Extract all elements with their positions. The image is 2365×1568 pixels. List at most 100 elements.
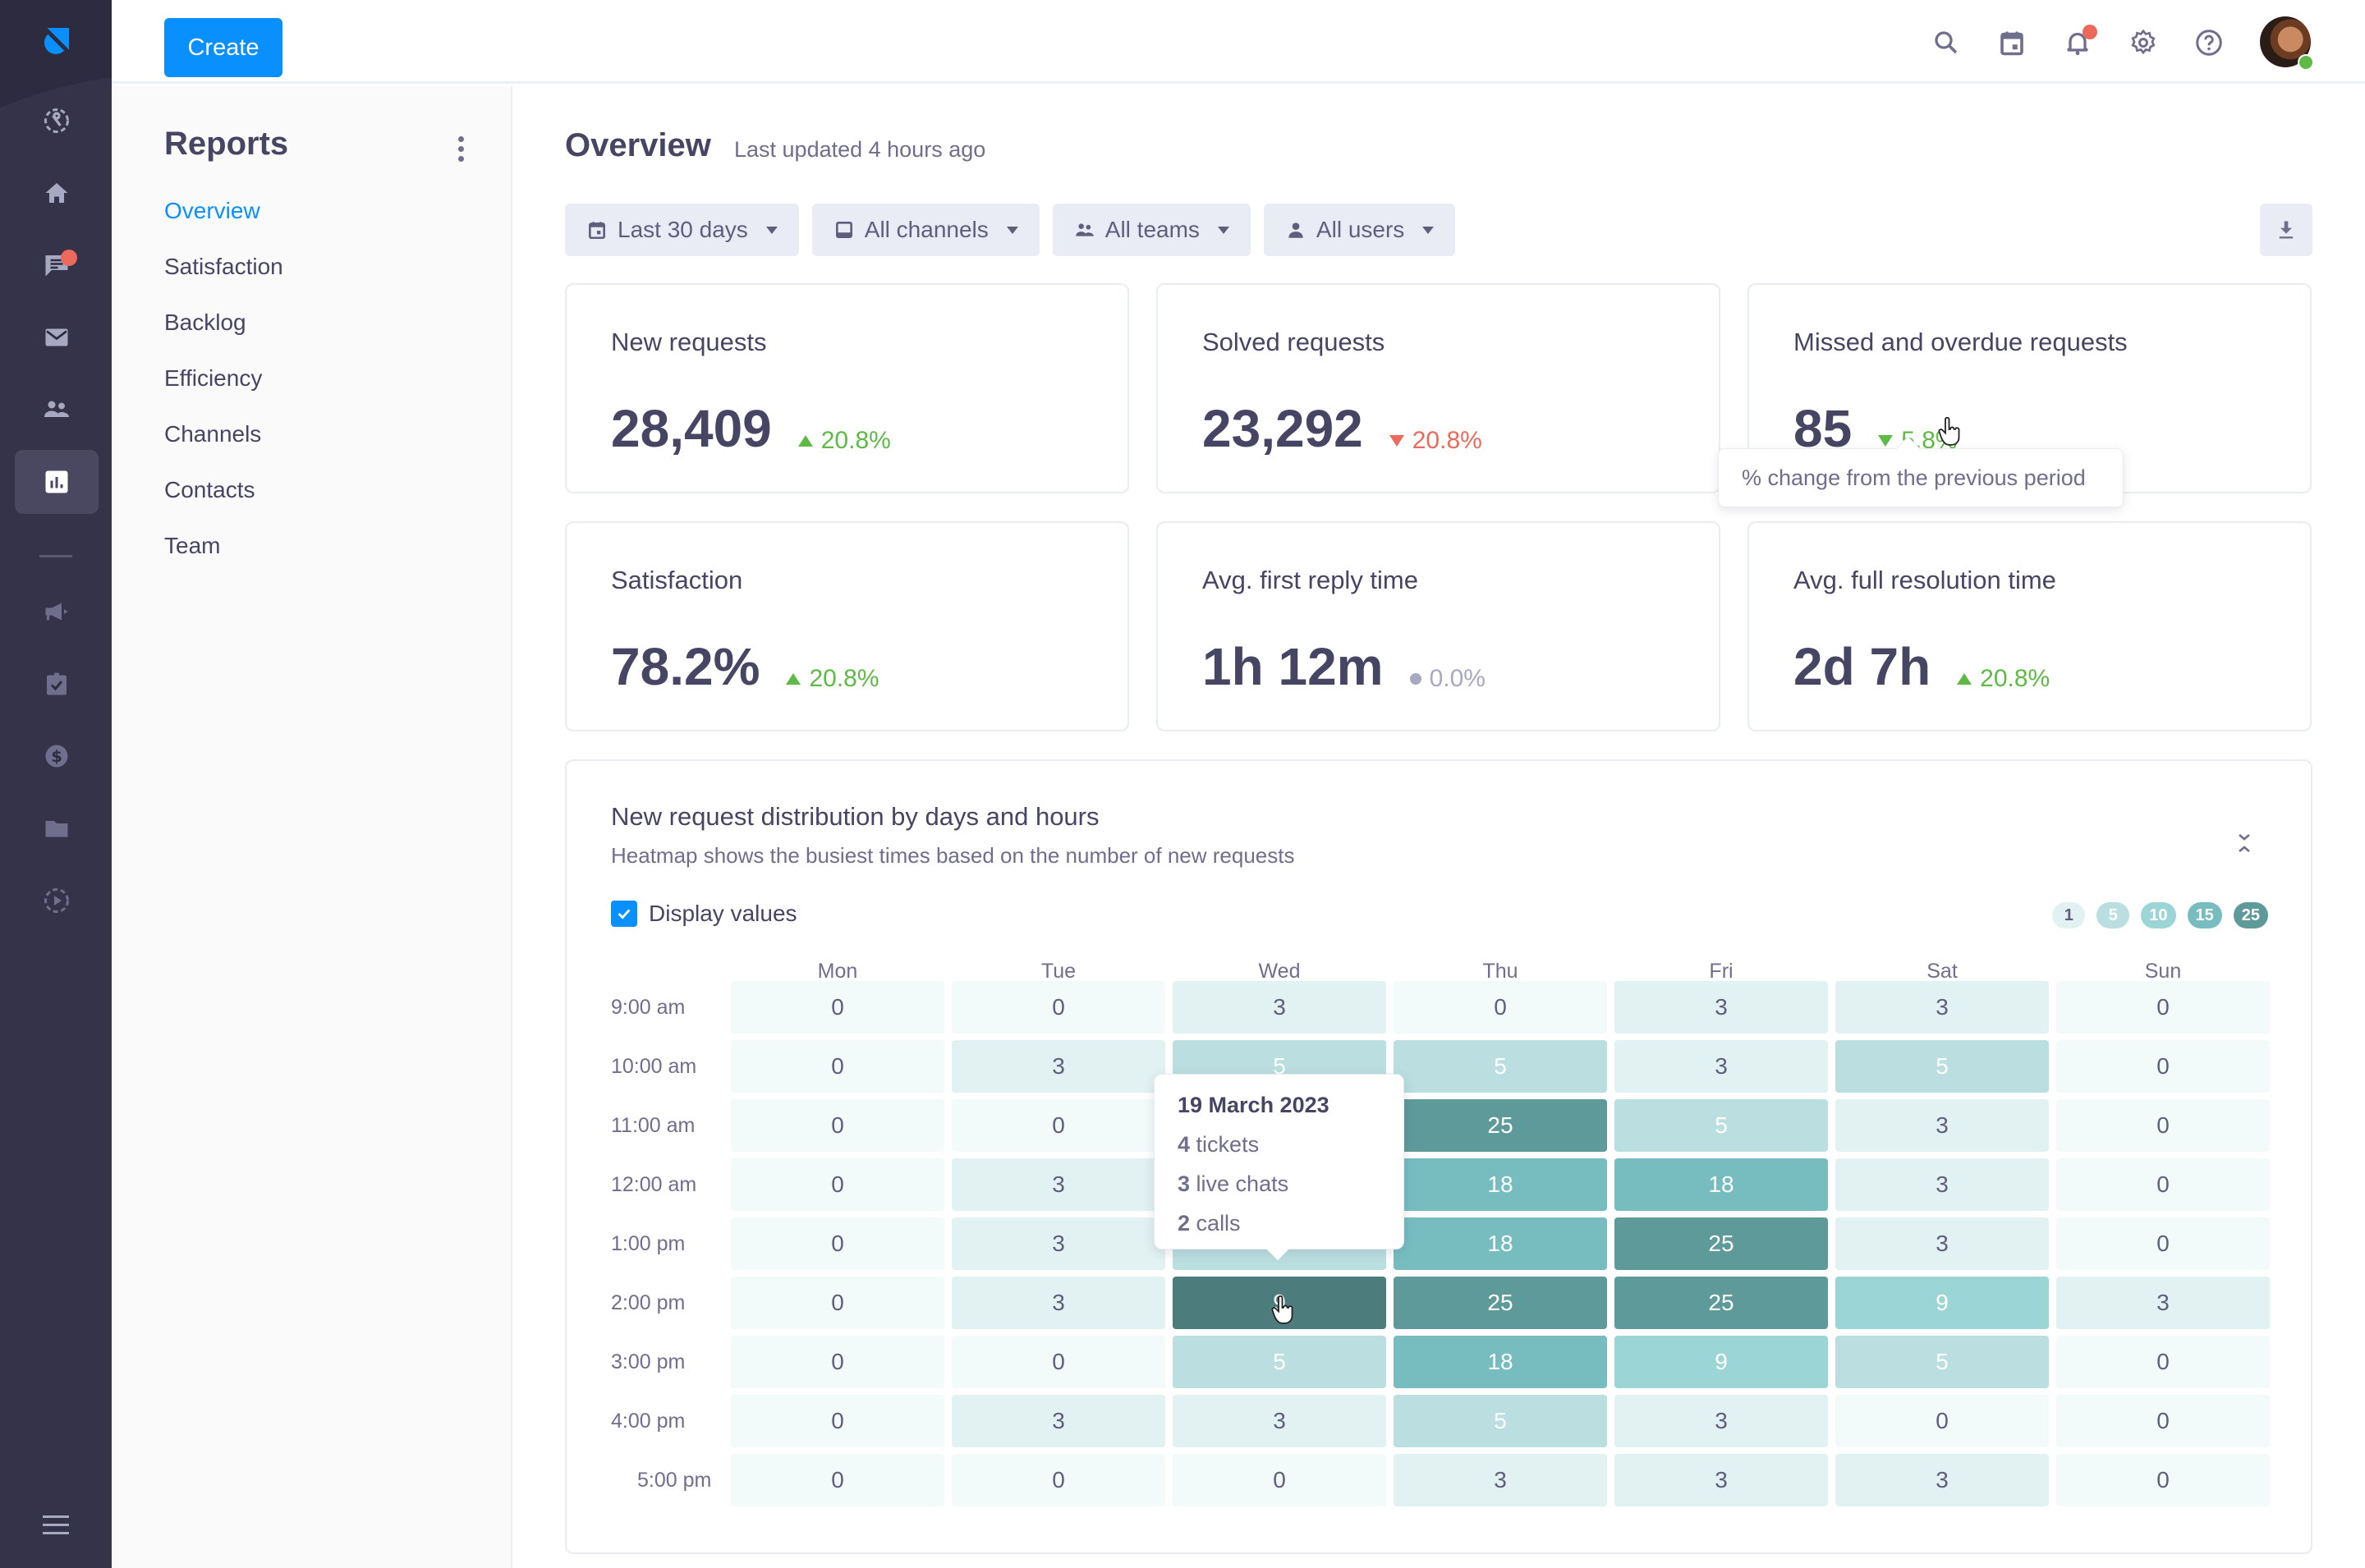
heatmap-cell[interactable]: 5 — [1173, 1336, 1386, 1388]
heatmap-cell[interactable]: 3 — [952, 1158, 1165, 1211]
heatmap-cell[interactable]: 0 — [2056, 1336, 2270, 1388]
heatmap-cell[interactable]: 18 — [1394, 1217, 1607, 1270]
heatmap-cell[interactable]: 0 — [952, 1336, 1165, 1388]
heatmap-cell[interactable]: 0 — [2056, 1217, 2270, 1270]
kpi-card-new-requests[interactable]: New requests 28,409 20.8% — [565, 283, 1129, 493]
heatmap-cell[interactable]: 5 — [1835, 1040, 2049, 1093]
heatmap-cell[interactable]: 5 — [1614, 1099, 1828, 1152]
heatmap-cell[interactable]: 25 — [1394, 1277, 1607, 1329]
heatmap-cell[interactable]: 3 — [1835, 1454, 2049, 1506]
kpi-card-full-resolution[interactable]: Avg. full resolution time 2d 7h 20.8% — [1747, 521, 2312, 731]
heatmap-cell[interactable]: 3 — [1835, 1099, 2049, 1152]
heatmap-cell[interactable]: 25 — [1614, 1277, 1828, 1329]
heatmap-cell[interactable]: 25 — [1614, 1217, 1828, 1270]
rail-item-tasks[interactable] — [15, 652, 99, 716]
heatmap-cell[interactable]: 3 — [1614, 981, 1828, 1034]
heatmap-hour-label: 9:00 am — [611, 995, 686, 1019]
heatmap-cell[interactable]: 3 — [1835, 981, 2049, 1034]
heatmap-cell[interactable]: 0 — [731, 1395, 944, 1447]
sidebar-item-overview[interactable]: Overview — [164, 195, 283, 250]
heatmap-cell[interactable]: 0 — [731, 981, 944, 1034]
heatmap-cell[interactable]: 18 — [1614, 1158, 1828, 1211]
heatmap-cell[interactable]: 3 — [2056, 1277, 2270, 1329]
heatmap-cell[interactable]: 3 — [952, 1040, 1165, 1093]
heatmap-cell[interactable]: 3 — [1173, 981, 1386, 1034]
heatmap-cell[interactable]: 0 — [731, 1217, 944, 1270]
notifications-button[interactable] — [2060, 25, 2097, 61]
rail-item-tools[interactable] — [15, 89, 99, 153]
help-button[interactable] — [2191, 25, 2227, 61]
calendar-button[interactable] — [1994, 25, 2030, 61]
heatmap-cell[interactable]: 9 — [1835, 1277, 2049, 1329]
heatmap-cell[interactable]: 5 — [1394, 1395, 1607, 1447]
sidebar-item-contacts[interactable]: Contacts — [164, 474, 283, 530]
heatmap-cell[interactable]: 0 — [1173, 1454, 1386, 1506]
heatmap-cell[interactable]: 3 — [1394, 1454, 1607, 1506]
heatmap-cell[interactable]: 0 — [952, 1099, 1165, 1152]
heatmap-cell[interactable]: 3 — [952, 1217, 1165, 1270]
rail-item-billing[interactable]: $ — [15, 724, 99, 788]
heatmap-cell[interactable]: 0 — [731, 1454, 944, 1506]
heatmap-cell[interactable]: 0 — [952, 1454, 1165, 1506]
sidebar-item-backlog[interactable]: Backlog — [164, 306, 283, 362]
heatmap-cell[interactable]: 3 — [1614, 1395, 1828, 1447]
user-filter[interactable]: All users — [1263, 204, 1456, 256]
channel-filter[interactable]: All channels — [811, 204, 1040, 256]
heatmap-cell[interactable]: 25 — [1394, 1099, 1607, 1152]
sidebar-item-efficiency[interactable]: Efficiency — [164, 362, 283, 418]
heatmap-cell[interactable]: 3 — [1835, 1158, 2049, 1211]
heatmap-cell[interactable]: 0 — [731, 1336, 944, 1388]
heatmap-cell[interactable]: 5 — [1394, 1040, 1607, 1093]
rail-menu-button[interactable] — [39, 1509, 72, 1542]
search-button[interactable] — [1928, 25, 1964, 61]
heatmap-cell[interactable]: 0 — [1394, 981, 1607, 1034]
heatmap-cell[interactable]: 3 — [1614, 1454, 1828, 1506]
heatmap-cell[interactable]: 5 — [1835, 1336, 2049, 1388]
heatmap-cell[interactable]: 18 — [1394, 1158, 1607, 1211]
heatmap-cell[interactable]: 0 — [731, 1158, 944, 1211]
heatmap-cell[interactable]: 0 — [2056, 1395, 2270, 1447]
heatmap-cell[interactable]: 18 — [1394, 1336, 1607, 1388]
heatmap-cell[interactable]: 0 — [2056, 1454, 2270, 1506]
heatmap-cell[interactable]: 3 — [1614, 1040, 1828, 1093]
display-values-checkbox[interactable] — [611, 901, 637, 927]
heatmap-cell[interactable]: 0 — [2056, 1040, 2270, 1093]
heatmap-cell[interactable]: 0 — [952, 981, 1165, 1034]
collapse-button[interactable] — [2232, 827, 2257, 860]
heatmap-cell[interactable]: 0 — [731, 1277, 944, 1329]
create-button[interactable]: Create — [164, 18, 282, 77]
heatmap-cell[interactable]: 3 — [952, 1395, 1165, 1447]
team-filter[interactable]: All teams — [1052, 204, 1251, 256]
rail-item-campaigns[interactable] — [15, 580, 99, 644]
heatmap-cell[interactable]: 3 — [1835, 1217, 2049, 1270]
rail-item-contacts[interactable] — [15, 378, 99, 442]
heatmap-cell[interactable]: 0 — [731, 1040, 944, 1093]
rail-item-home[interactable] — [15, 161, 99, 225]
heatmap-subtitle: Heatmap shows the busiest times based on… — [611, 843, 1295, 868]
heatmap-cell[interactable]: 0 — [1835, 1395, 2049, 1447]
kpi-card-solved-requests[interactable]: Solved requests 23,292 20.8% — [1156, 283, 1720, 493]
rail-item-mail[interactable] — [15, 305, 99, 369]
rail-item-chat[interactable] — [15, 233, 99, 297]
heatmap-cell[interactable]: 0 — [2056, 1158, 2270, 1211]
heatmap-cell[interactable]: 3 — [1173, 1395, 1386, 1447]
app-logo[interactable] — [39, 25, 72, 57]
heatmap-cell[interactable]: 0 — [2056, 981, 2270, 1034]
sidebar-item-satisfaction[interactable]: Satisfaction — [164, 250, 283, 306]
kpi-card-first-reply[interactable]: Avg. first reply time 1h 12m 0.0% — [1156, 521, 1720, 731]
rail-item-reports[interactable] — [15, 450, 99, 514]
rail-item-automation[interactable] — [15, 869, 99, 933]
date-range-filter[interactable]: Last 30 days — [565, 204, 799, 256]
heatmap-cell[interactable]: 3 — [952, 1277, 1165, 1329]
kpi-card-satisfaction[interactable]: Satisfaction 78.2% 20.8% — [565, 521, 1129, 731]
sidebar-item-channels[interactable]: Channels — [164, 418, 283, 474]
user-avatar[interactable] — [2260, 16, 2314, 71]
heatmap-cell[interactable]: 9 — [1614, 1336, 1828, 1388]
heatmap-cell[interactable]: 0 — [2056, 1099, 2270, 1152]
sidebar-item-team[interactable]: Team — [164, 530, 283, 585]
settings-button[interactable] — [2125, 25, 2161, 61]
download-button[interactable] — [2260, 204, 2312, 256]
more-options-button[interactable] — [448, 132, 473, 165]
heatmap-cell[interactable]: 0 — [731, 1099, 944, 1152]
rail-item-files[interactable] — [15, 796, 99, 860]
